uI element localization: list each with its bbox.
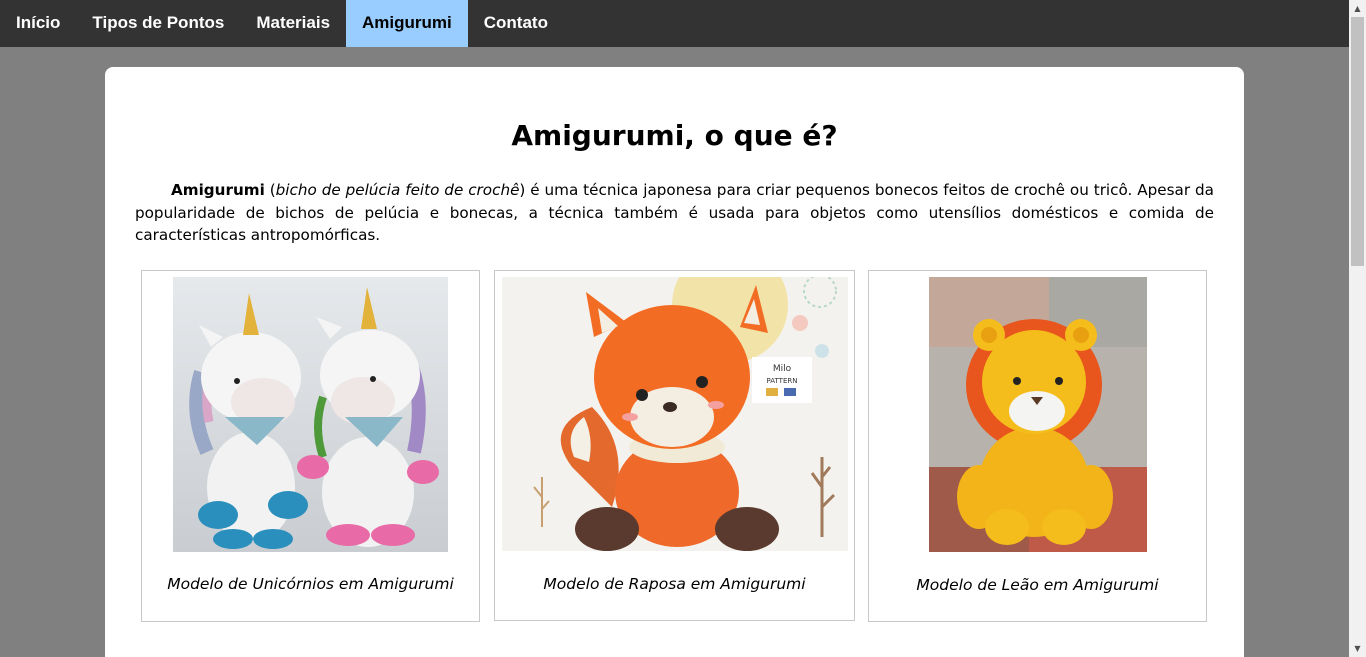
gallery-caption: Modelo de Leão em Amigurumi	[916, 576, 1159, 594]
nav-link-materiais[interactable]: Materiais	[240, 0, 346, 47]
gallery-card-lion: Modelo de Leão em Amigurumi	[868, 270, 1207, 622]
nav-link-inicio[interactable]: Início	[0, 0, 76, 47]
page-scrollbar[interactable]: ▲ ▼	[1349, 0, 1366, 657]
content-card: Amigurumi, o que é? Amigurumi (bicho de …	[105, 67, 1244, 657]
scroll-down-arrow-icon[interactable]: ▼	[1349, 640, 1366, 657]
lion-photo	[929, 277, 1147, 552]
gallery-caption: Modelo de Unicórnios em Amigurumi	[167, 575, 454, 593]
gallery-card-fox: Milo PATTERN Modelo de Raposa em Amiguru…	[494, 270, 855, 621]
top-navigation: Início Tipos de Pontos Materiais Amiguru…	[0, 0, 1349, 47]
page-title: Amigurumi, o que é?	[511, 119, 838, 152]
nav-link-amigurumi[interactable]: Amigurumi	[346, 0, 468, 47]
scroll-up-arrow-icon[interactable]: ▲	[1349, 0, 1366, 17]
svg-text:Milo: Milo	[773, 364, 792, 374]
scroll-thumb[interactable]	[1351, 17, 1364, 266]
fox-photo: Milo PATTERN	[502, 277, 848, 551]
svg-text:PATTERN: PATTERN	[767, 377, 798, 385]
intro-definition: bicho de pelúcia feito de crochê	[275, 181, 520, 199]
gallery-caption: Modelo de Raposa em Amigurumi	[543, 575, 806, 593]
nav-link-contato[interactable]: Contato	[468, 0, 564, 47]
intro-paragraph: Amigurumi (bicho de pelúcia feito de cro…	[135, 179, 1214, 247]
gallery-card-unicorns: Modelo de Unicórnios em Amigurumi	[141, 270, 480, 622]
intro-paren: (	[264, 181, 276, 199]
unicorns-photo	[173, 277, 448, 552]
intro-term: Amigurumi	[171, 181, 265, 199]
nav-link-tipos-de-pontos[interactable]: Tipos de Pontos	[76, 0, 240, 47]
